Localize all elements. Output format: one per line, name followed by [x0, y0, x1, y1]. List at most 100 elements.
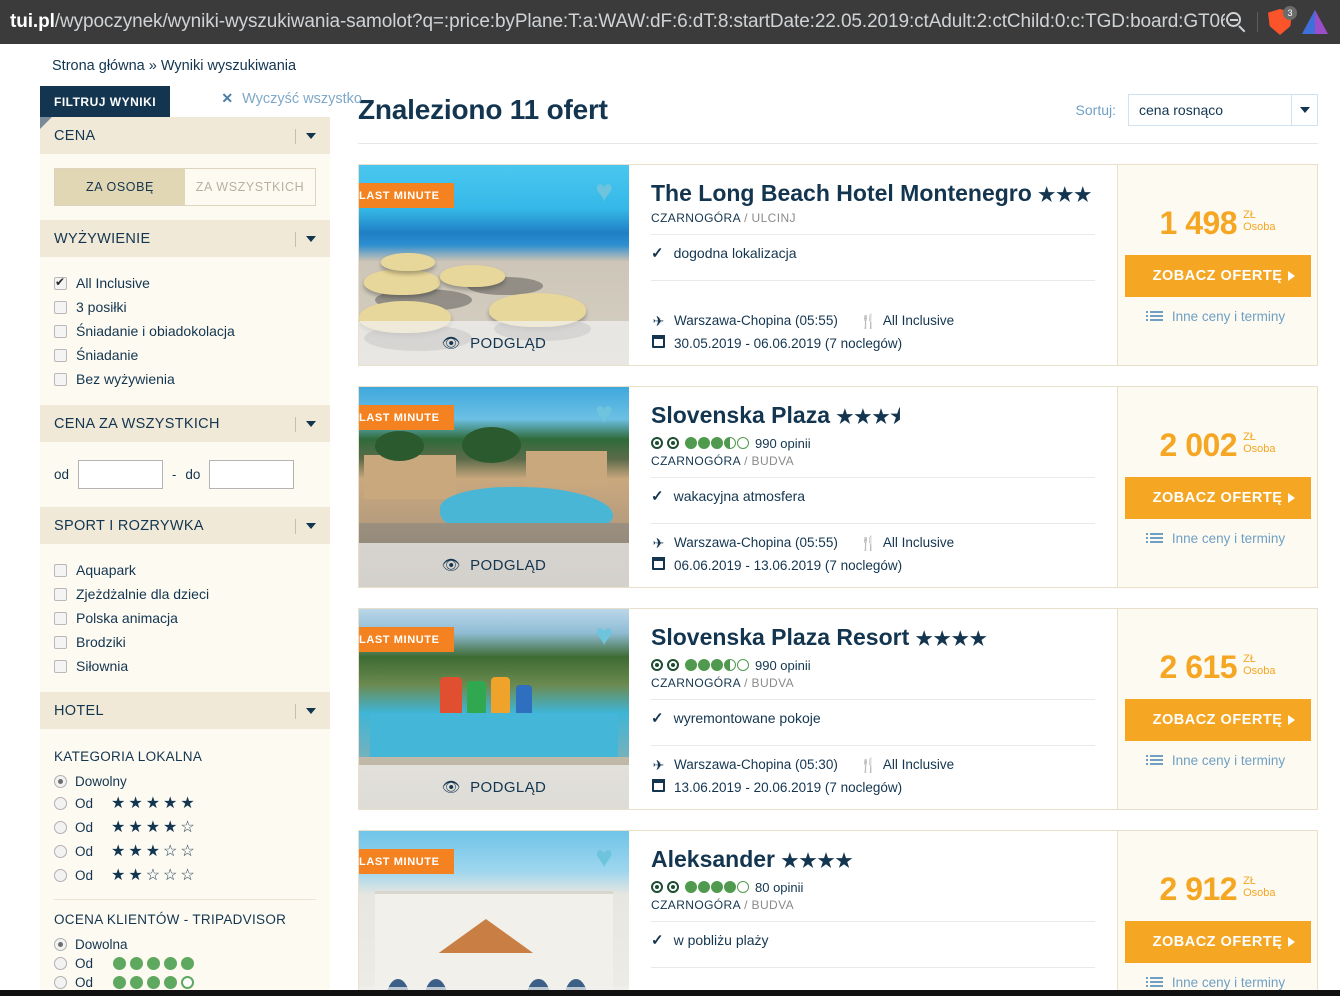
- toggle-per-person[interactable]: ZA OSOBĘ: [55, 169, 185, 205]
- section-toggle[interactable]: [295, 518, 316, 534]
- radio-icon[interactable]: [54, 938, 67, 951]
- offer-image[interactable]: LAST MINUTE ♥ 👁 PODGLĄD: [359, 165, 629, 365]
- checkbox-brodziki[interactable]: Brodziki: [54, 630, 316, 654]
- cta-label: ZOBACZ OFERTĘ: [1152, 933, 1283, 950]
- address-bar[interactable]: tui.pl/wypoczynek/wyniki-wyszukiwania-sa…: [0, 11, 1225, 33]
- offer-price-panel: 2 912 ZŁ Osoba ZOBACZ OFERTĘ Inne ceny i …: [1117, 831, 1317, 990]
- bottom-bar: [0, 990, 1340, 996]
- radio-ta-4[interactable]: Od: [54, 973, 316, 990]
- other-prices-link[interactable]: Inne ceny i terminy: [1145, 975, 1285, 990]
- toggle-for-all[interactable]: ZA WSZYSTKICH: [185, 169, 315, 205]
- checkbox-icon[interactable]: [54, 587, 67, 601]
- radio-kategoria-3[interactable]: Od ★★★☆☆: [54, 839, 316, 863]
- arrow-right-icon: [1287, 492, 1295, 503]
- preview-button[interactable]: 👁 PODGLĄD: [359, 321, 629, 365]
- checkbox-sniadanie[interactable]: Śniadanie: [54, 343, 316, 367]
- checkbox-aquapark[interactable]: Aquapark: [54, 558, 316, 582]
- heart-icon[interactable]: ♥: [595, 177, 613, 207]
- breadcrumb-home[interactable]: Strona główna: [52, 58, 145, 74]
- checkbox-silownia[interactable]: Siłownia: [54, 654, 316, 678]
- radio-kategoria-dowolny[interactable]: Dowolny: [54, 772, 316, 791]
- radio-kategoria-5[interactable]: Od ★★★★★: [54, 791, 316, 815]
- heart-icon[interactable]: ♥: [595, 621, 613, 651]
- offer-image[interactable]: LAST MINUTE ♥ 👁 PODGLĄD: [359, 831, 629, 990]
- offer-feature: ✓ dogodna lokalizacja: [651, 235, 1095, 271]
- price-from-input[interactable]: [78, 460, 164, 489]
- radio-ta-5[interactable]: Od: [54, 954, 316, 973]
- heart-icon[interactable]: ♥: [595, 843, 613, 873]
- hotel-stars: ★★★: [1038, 185, 1093, 206]
- offer-meta: ✈ Warszawa-Chopina (05:30) 🍴 All Inclusi…: [651, 754, 1095, 799]
- offer-image[interactable]: LAST MINUTE ♥ 👁 PODGLĄD: [359, 387, 629, 587]
- section-toggle[interactable]: [295, 416, 316, 432]
- other-prices-link[interactable]: Inne ceny i terminy: [1145, 531, 1285, 546]
- checkbox-icon[interactable]: [54, 635, 67, 649]
- radio-kategoria-4[interactable]: Od ★★★★☆: [54, 815, 316, 839]
- checkbox-icon[interactable]: [54, 611, 67, 625]
- clear-all-filters[interactable]: ✕ Wyczyść wszystko: [221, 90, 362, 107]
- offer-title[interactable]: Slovenska Plaza Resort ★★★★: [651, 623, 1095, 652]
- radio-icon[interactable]: [54, 820, 67, 834]
- radio-icon[interactable]: [54, 775, 67, 788]
- triangle-extension-icon[interactable]: [1302, 10, 1328, 34]
- other-prices-link[interactable]: Inne ceny i terminy: [1145, 753, 1285, 768]
- checkbox-icon[interactable]: [54, 300, 67, 314]
- checkbox-label: Bez wyżywienia: [76, 371, 175, 387]
- offer-title[interactable]: Slovenska Plaza ★★★⯨: [651, 401, 1095, 430]
- other-prices-link[interactable]: Inne ceny i terminy: [1145, 309, 1285, 324]
- checkbox-icon[interactable]: [54, 372, 67, 386]
- offer-title[interactable]: Aleksander ★★★★: [651, 845, 1095, 874]
- filter-section-cena[interactable]: CENA: [40, 117, 330, 154]
- checkbox-icon[interactable]: [54, 563, 67, 577]
- heart-icon[interactable]: ♥: [595, 399, 613, 429]
- star-rating-4: ★★★★☆: [111, 819, 198, 836]
- filter-section-cena-za-wszystkich[interactable]: CENA ZA WSZYSTKICH: [40, 405, 330, 442]
- checkbox-all-inclusive[interactable]: All Inclusive: [54, 271, 316, 295]
- tripadvisor-circles: [685, 437, 749, 450]
- radio-icon[interactable]: [54, 957, 67, 970]
- checkbox-icon[interactable]: [54, 275, 67, 290]
- offer-card[interactable]: LAST MINUTE ♥ 👁 PODGLĄD Slovenska Plaza …: [358, 386, 1318, 588]
- radio-ta-dowolna[interactable]: Dowolna: [54, 935, 316, 954]
- checkbox-zjezdzalnie[interactable]: Zjeżdżalnie dla dzieci: [54, 582, 316, 606]
- offer-card[interactable]: LAST MINUTE ♥ 👁 PODGLĄD The Long Beach H…: [358, 164, 1318, 366]
- radio-label: Od: [75, 819, 94, 835]
- checkbox-bez-wyzywienia[interactable]: Bez wyżywienia: [54, 367, 316, 391]
- see-offer-button[interactable]: ZOBACZ OFERTĘ: [1124, 698, 1311, 741]
- offer-title[interactable]: The Long Beach Hotel Montenegro ★★★: [651, 179, 1095, 208]
- section-toggle[interactable]: [295, 703, 316, 719]
- price-to-input[interactable]: [209, 460, 295, 489]
- section-toggle[interactable]: [295, 128, 316, 144]
- radio-icon[interactable]: [54, 976, 67, 989]
- radio-kategoria-2[interactable]: Od ★★☆☆☆: [54, 863, 316, 887]
- see-offer-button[interactable]: ZOBACZ OFERTĘ: [1124, 254, 1311, 297]
- preview-button[interactable]: 👁 PODGLĄD: [359, 765, 629, 809]
- radio-icon[interactable]: [54, 796, 67, 810]
- preview-button[interactable]: 👁 PODGLĄD: [359, 543, 629, 587]
- checkbox-polska-animacja[interactable]: Polska animacja: [54, 606, 316, 630]
- filter-section-wyzywienie[interactable]: WYŻYWIENIE: [40, 220, 330, 257]
- checkbox-icon[interactable]: [54, 659, 67, 673]
- offer-image[interactable]: LAST MINUTE ♥ 👁 PODGLĄD: [359, 609, 629, 809]
- offer-card[interactable]: LAST MINUTE ♥ 👁 PODGLĄD Aleksander ★★★★: [358, 830, 1318, 990]
- filter-section-sport[interactable]: SPORT I ROZRYWKA: [40, 507, 330, 544]
- star-rating-5: ★★★★★: [111, 795, 198, 812]
- brave-shield-icon[interactable]: 3: [1268, 6, 1297, 35]
- section-toggle[interactable]: [295, 231, 316, 247]
- see-offer-button[interactable]: ZOBACZ OFERTĘ: [1124, 476, 1311, 519]
- checkbox-icon[interactable]: [54, 324, 67, 338]
- offer-card[interactable]: LAST MINUTE ♥ 👁 PODGLĄD Slovenska Plaza …: [358, 608, 1318, 810]
- checkbox-sniadanie-obiadokolacja[interactable]: Śniadanie i obiadokolacja: [54, 319, 316, 343]
- clear-all-label[interactable]: Wyczyść wszystko: [242, 91, 362, 107]
- see-offer-button[interactable]: ZOBACZ OFERTĘ: [1124, 920, 1311, 963]
- close-icon[interactable]: ✕: [221, 90, 233, 107]
- filter-section-hotel[interactable]: HOTEL: [40, 692, 330, 729]
- offer-dates-line: 13.06.2019 - 20.06.2019 (7 noclegów): [651, 776, 1095, 799]
- radio-icon[interactable]: [54, 868, 67, 882]
- checkbox-icon[interactable]: [54, 348, 67, 362]
- sort-select[interactable]: cena rosnąco: [1128, 94, 1318, 126]
- checkbox-3-posilki[interactable]: 3 posiłki: [54, 295, 316, 319]
- chevron-down-icon[interactable]: [1291, 95, 1317, 125]
- zoom-out-icon[interactable]: [1225, 11, 1247, 33]
- radio-icon[interactable]: [54, 844, 67, 858]
